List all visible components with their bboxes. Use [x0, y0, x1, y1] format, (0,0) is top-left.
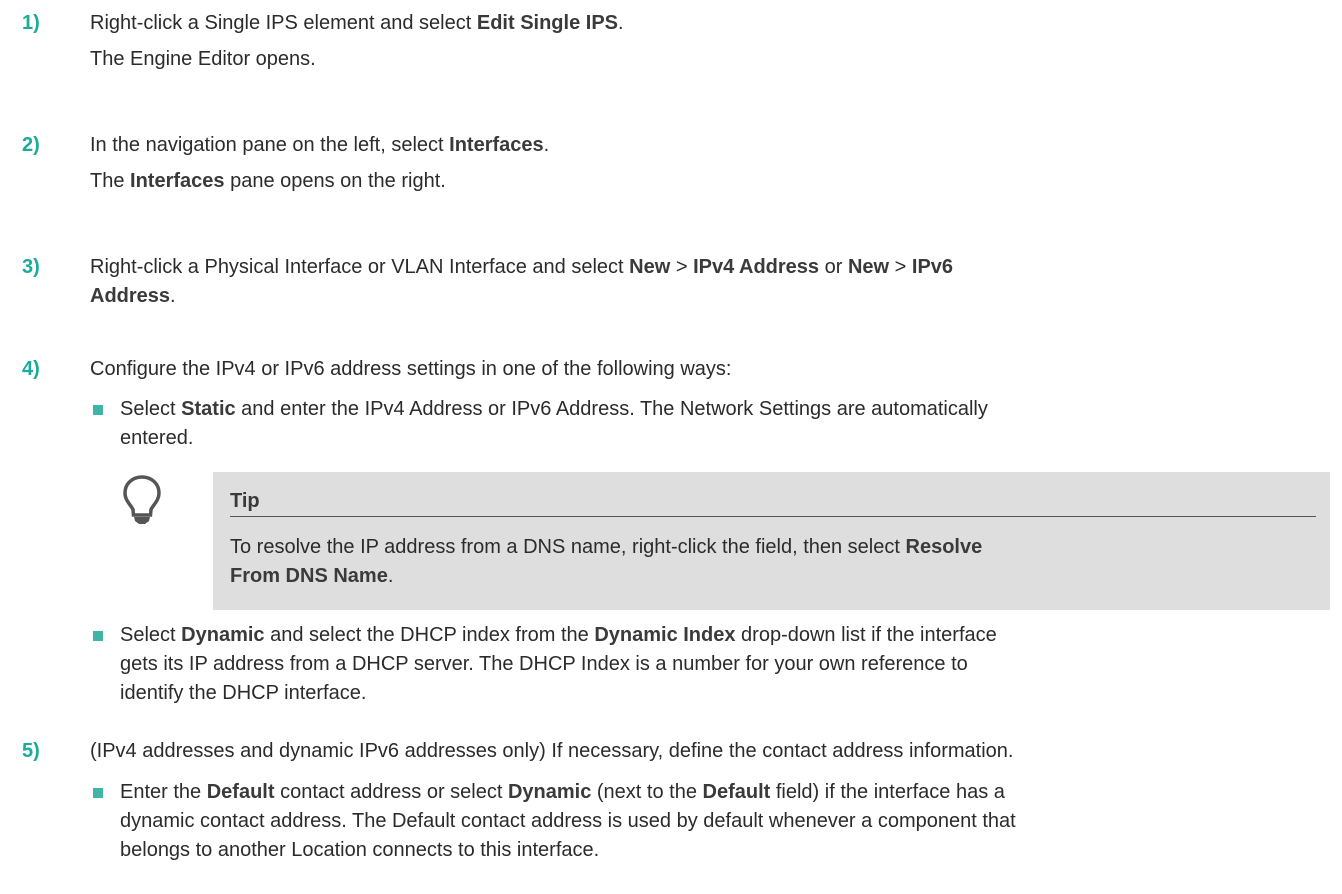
step-number: 5) [22, 740, 40, 762]
step-number: 1) [22, 12, 40, 34]
ui-term: Address [90, 285, 171, 307]
step-line: (IPv4 addresses and dynamic IPv6 address… [90, 737, 1328, 766]
bullet-line: Select Static and enter the IPv4 Address… [120, 395, 1342, 424]
text-run: Enter the [120, 781, 207, 803]
text-run: entered. [120, 427, 194, 449]
tip-line: From DNS Name. [230, 562, 982, 591]
ui-term: From DNS Name [230, 565, 388, 587]
text-run: contact address or select [274, 781, 508, 803]
square-bullet-icon [93, 405, 103, 415]
ui-term: Resolve [905, 536, 983, 558]
ui-term: Static [181, 398, 236, 420]
step-body: Right-click a Physical Interface or VLAN… [90, 253, 1328, 311]
text-run: Right-click a Physical Interface or VLAN… [90, 256, 630, 278]
bullet-item: Select Static and enter the IPv4 Address… [90, 395, 1342, 453]
lightbulb-icon [123, 475, 161, 524]
tip-title: Tip [230, 490, 260, 512]
step-line: The Engine Editor opens. [90, 45, 1328, 74]
step-number: 3) [22, 256, 40, 278]
bullet-line: Enter the Default contact address or sel… [120, 778, 1342, 807]
bullet-line: belongs to another Location connects to … [120, 836, 1342, 865]
text-run: . [618, 12, 624, 34]
step-body: In the navigation pane on the left, sele… [90, 131, 1328, 196]
ui-term: New [847, 256, 890, 278]
bullet-line: gets its IP address from a DHCP server. … [120, 650, 1342, 679]
step-line: Right-click a Physical Interface or VLAN… [90, 253, 1328, 282]
step-body: Right-click a Single IPS element and sel… [90, 9, 1328, 74]
text-run: > [670, 256, 694, 278]
step-line: Right-click a Single IPS element and sel… [90, 9, 1328, 38]
text-run: dynamic contact address. The Default con… [120, 810, 1016, 832]
document-page: 1) Right-click a Single IPS element and … [0, 0, 1342, 894]
bullet-line: dynamic contact address. The Default con… [120, 807, 1342, 836]
text-run: belongs to another Location connects to … [120, 839, 600, 861]
bullet-line: entered. [120, 424, 1342, 453]
text-run: . [170, 285, 176, 307]
ui-term: New [629, 256, 671, 278]
ui-term: IPv4 Address [693, 256, 820, 278]
text-run: Select [120, 624, 182, 646]
step-line: In the navigation pane on the left, sele… [90, 131, 1328, 160]
ui-term: Dynamic Index [594, 624, 736, 646]
text-run: > [889, 256, 912, 278]
tip-text: To resolve the IP address from a DNS nam… [230, 533, 982, 591]
text-run: or [819, 256, 848, 278]
ui-term: IPv6 [911, 256, 954, 278]
step-line: Address. [90, 282, 1328, 311]
text-run: The [90, 170, 131, 192]
step-body: (IPv4 addresses and dynamic IPv6 address… [90, 737, 1328, 766]
text-run: . [387, 565, 394, 587]
text-run: The Engine Editor opens. [90, 48, 316, 70]
text-run: To resolve the IP address from a DNS nam… [230, 536, 906, 558]
text-run: and enter the IPv4 Address or IPv6 Addre… [235, 398, 988, 420]
ui-term: Default [206, 781, 275, 803]
text-run: field) if the interface has a [770, 781, 1005, 803]
tip-line: To resolve the IP address from a DNS nam… [230, 533, 982, 562]
ui-term: Dynamic [181, 624, 265, 646]
text-run: (IPv4 addresses and dynamic IPv6 address… [90, 740, 1014, 762]
step-number: 2) [22, 134, 40, 156]
text-run: gets its IP address from a DHCP server. … [120, 653, 968, 675]
bullet-dynamic: Select Dynamic and select the DHCP index… [0, 621, 1342, 708]
text-run: In the navigation pane on the left, sele… [90, 134, 450, 156]
text-run: Right-click a Single IPS element and sel… [90, 12, 477, 34]
text-run: Select [120, 398, 182, 420]
text-run: identify the DHCP interface. [120, 682, 367, 704]
text-run: pane opens on the right. [224, 170, 446, 192]
step-number: 4) [22, 358, 40, 380]
bullet-item: Select Dynamic and select the DHCP index… [90, 621, 1342, 708]
ui-term: Interfaces [449, 134, 544, 156]
bullet-item: Enter the Default contact address or sel… [90, 778, 1342, 865]
step-line: The Interfaces pane opens on the right. [90, 167, 1328, 196]
square-bullet-icon [93, 631, 103, 641]
bullet-default-contact: Enter the Default contact address or sel… [0, 778, 1342, 865]
text-run: Configure the IPv4 or IPv6 address setti… [90, 358, 732, 380]
text-run: drop-down list if the interface [735, 624, 997, 646]
text-run: and select the DHCP index from the [264, 624, 595, 646]
tip-divider [230, 516, 1316, 517]
ui-term: Edit Single IPS [476, 12, 618, 34]
bullet-line: identify the DHCP interface. [120, 679, 1342, 708]
text-run: (next to the [591, 781, 703, 803]
step-line: Configure the IPv4 or IPv6 address setti… [90, 355, 1328, 384]
text-run: . [543, 134, 550, 156]
square-bullet-icon [93, 788, 103, 798]
ui-term: Interfaces [130, 170, 225, 192]
ui-term: Default [702, 781, 771, 803]
step-body: Configure the IPv4 or IPv6 address setti… [90, 355, 1328, 384]
bullet-static: Select Static and enter the IPv4 Address… [0, 395, 1342, 453]
ui-term: Dynamic [507, 781, 592, 803]
bullet-line: Select Dynamic and select the DHCP index… [120, 621, 1342, 650]
